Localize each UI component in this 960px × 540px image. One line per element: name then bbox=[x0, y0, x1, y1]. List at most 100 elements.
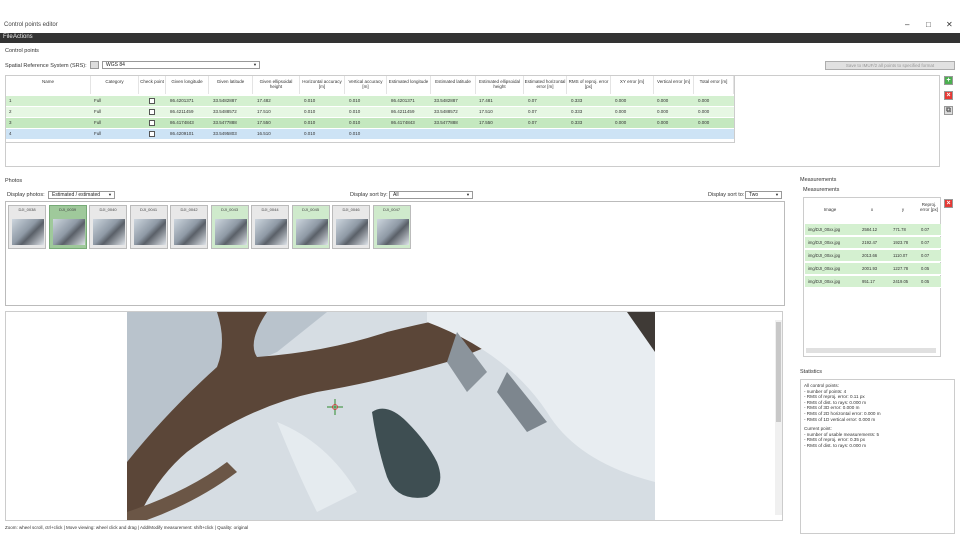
col-given-height[interactable]: Given ellipsoidal height bbox=[253, 76, 300, 94]
cell-h-acc[interactable]: 0.010 bbox=[304, 107, 315, 117]
check-point-checkbox[interactable] bbox=[149, 131, 155, 137]
photo-thumbnail[interactable]: DJI_0040 bbox=[89, 205, 127, 249]
measurement-row[interactable]: img/DJI_00xx.jpg 2001.93 1227.78 0.05 bbox=[805, 263, 941, 275]
meas-cell-err[interactable]: 0.05 bbox=[921, 276, 929, 288]
photo-thumbnail[interactable]: DJI_0044 bbox=[251, 205, 289, 249]
cell-e2[interactable]: 0.333 bbox=[571, 96, 582, 106]
srs-dropdown[interactable]: WGS 84 ▼ bbox=[102, 61, 260, 69]
col-total-error[interactable]: Total error [m] bbox=[694, 76, 734, 94]
col-rms-reproj[interactable]: RMS of reproj. error [px] bbox=[567, 76, 611, 94]
cell-given-lon[interactable]: 86.4201371 bbox=[170, 96, 194, 106]
maximize-button[interactable]: □ bbox=[926, 20, 931, 29]
cell-est-h[interactable]: 17.510 bbox=[479, 107, 493, 117]
cell-given-lon[interactable]: 86.4174843 bbox=[170, 118, 194, 128]
col-est-h-error[interactable]: Estimated horizontal error [m] bbox=[524, 76, 567, 94]
col-check-point[interactable]: Check point bbox=[139, 76, 166, 94]
cell-category[interactable]: Full bbox=[94, 96, 101, 106]
close-button[interactable]: ✕ bbox=[946, 20, 953, 29]
photo-thumbnail[interactable]: DJI_0042 bbox=[170, 205, 208, 249]
meas-cell-image[interactable]: img/DJI_00xx.jpg bbox=[808, 250, 840, 262]
cell-e3[interactable]: 0.000 bbox=[615, 118, 626, 128]
cell-e4[interactable]: 0.000 bbox=[657, 118, 668, 128]
col-est-latitude[interactable]: Estimated latitude bbox=[431, 76, 476, 94]
meas-cell-y[interactable]: 1227.78 bbox=[893, 263, 908, 275]
col-est-height[interactable]: Estimated ellipsoidal height bbox=[476, 76, 524, 94]
cell-e1[interactable]: 0.07 bbox=[528, 118, 537, 128]
meas-cell-err[interactable]: 0.07 bbox=[921, 224, 929, 236]
cell-e4[interactable]: 0.000 bbox=[657, 96, 668, 106]
meas-cell-err[interactable]: 0.07 bbox=[921, 237, 929, 249]
measurement-row[interactable]: img/DJI_00xx.jpg 951.17 2419.05 0.05 bbox=[805, 276, 941, 288]
meas-cell-err[interactable]: 0.05 bbox=[921, 263, 929, 275]
meas-col-reproj[interactable]: Reproj. error [px] bbox=[918, 198, 940, 222]
delete-icon[interactable]: × bbox=[944, 91, 953, 100]
cell-given-lat[interactable]: 33.5488572 bbox=[213, 107, 237, 117]
cell-est-lon[interactable]: 86.4211459 bbox=[391, 107, 414, 117]
cell-e5[interactable]: 0.000 bbox=[698, 107, 709, 117]
control-point-row[interactable]: 2 Full 86.4211459 33.5488572 17.510 0.010 0.01… bbox=[6, 107, 734, 117]
col-given-longitude[interactable]: Given longitude bbox=[166, 76, 209, 94]
col-category[interactable]: Category bbox=[91, 76, 139, 94]
viewer-scrollbar-thumb[interactable] bbox=[776, 322, 781, 422]
meas-cell-image[interactable]: img/DJI_00xx.jpg bbox=[808, 263, 840, 275]
cell-v-acc[interactable]: 0.010 bbox=[349, 118, 360, 128]
meas-cell-x[interactable]: 2584.12 bbox=[862, 224, 877, 236]
cell-h-acc[interactable]: 0.010 bbox=[304, 96, 315, 106]
col-name[interactable]: Name bbox=[6, 76, 91, 94]
cell-e2[interactable]: 0.333 bbox=[571, 107, 582, 117]
meas-col-x[interactable]: x bbox=[856, 198, 888, 222]
menu-actions[interactable]: Actions bbox=[13, 34, 33, 40]
photo-thumbnail[interactable]: DJI_0038 bbox=[8, 205, 46, 249]
control-point-row[interactable]: 1 Full 86.4201371 33.5482887 17.482 0.010 0.01… bbox=[6, 96, 734, 106]
cell-h-acc[interactable]: 0.010 bbox=[304, 129, 315, 139]
meas-cell-x[interactable]: 2001.93 bbox=[862, 263, 877, 275]
meas-cell-x[interactable]: 2013.66 bbox=[862, 250, 877, 262]
aerial-photo[interactable] bbox=[127, 312, 655, 520]
cell-name[interactable]: 2 bbox=[9, 107, 12, 117]
add-icon[interactable]: + bbox=[944, 76, 953, 85]
meas-cell-err[interactable]: 0.07 bbox=[921, 250, 929, 262]
meas-cell-y[interactable]: 1110.07 bbox=[893, 250, 908, 262]
check-point-checkbox[interactable] bbox=[149, 120, 155, 126]
meas-cell-y[interactable]: 2419.05 bbox=[893, 276, 908, 288]
meas-cell-y[interactable]: 1923.78 bbox=[893, 237, 908, 249]
meas-col-image[interactable]: Image bbox=[804, 198, 856, 222]
photo-thumbnail[interactable]: DJI_0039 bbox=[48, 205, 87, 249]
measurement-row[interactable]: img/DJI_00xx.jpg 2192.47 1923.78 0.07 bbox=[805, 237, 941, 249]
measurement-row[interactable]: img/DJI_00xx.jpg 2584.12 771.78 0.07 bbox=[805, 224, 941, 236]
menu-file[interactable]: File bbox=[3, 34, 13, 40]
cell-est-h[interactable]: 17.481 bbox=[479, 96, 493, 106]
col-horizontal-accuracy[interactable]: Horizontal accuracy [m] bbox=[300, 76, 345, 94]
cell-e3[interactable]: 0.000 bbox=[615, 107, 626, 117]
cell-name[interactable]: 1 bbox=[9, 96, 12, 106]
cell-e1[interactable]: 0.07 bbox=[528, 96, 537, 106]
minimize-button[interactable]: – bbox=[905, 20, 909, 29]
cell-given-lat[interactable]: 33.5495803 bbox=[213, 129, 237, 139]
cell-est-lon[interactable]: 86.4201371 bbox=[391, 96, 415, 106]
meas-cell-x[interactable]: 951.17 bbox=[862, 276, 875, 288]
cell-e5[interactable]: 0.000 bbox=[698, 118, 709, 128]
measurement-row[interactable]: img/DJI_00xx.jpg 2013.66 1110.07 0.07 bbox=[805, 250, 941, 262]
cell-given-lat[interactable]: 33.5477888 bbox=[213, 118, 237, 128]
meas-cell-y[interactable]: 771.78 bbox=[893, 224, 906, 236]
cell-v-acc[interactable]: 0.010 bbox=[349, 96, 360, 106]
cell-est-lat[interactable]: 33.5477888 bbox=[434, 118, 458, 128]
cell-e3[interactable]: 0.000 bbox=[615, 96, 626, 106]
col-xy-error[interactable]: XY error [m] bbox=[611, 76, 654, 94]
cell-name[interactable]: 3 bbox=[9, 118, 12, 128]
copy-icon[interactable]: ⧉ bbox=[944, 106, 953, 115]
cell-category[interactable]: Full bbox=[94, 118, 101, 128]
photo-thumbnail[interactable]: DJI_0045 bbox=[291, 205, 330, 249]
cell-e2[interactable]: 0.333 bbox=[571, 118, 582, 128]
cell-given-h[interactable]: 17.482 bbox=[257, 96, 271, 106]
cell-v-acc[interactable]: 0.010 bbox=[349, 129, 360, 139]
col-vertical-accuracy[interactable]: Vertical accuracy [m] bbox=[345, 76, 387, 94]
cell-name[interactable]: 4 bbox=[9, 129, 12, 139]
cell-est-lat[interactable]: 33.5488572 bbox=[434, 107, 458, 117]
photo-thumbnail[interactable]: DJI_0041 bbox=[129, 205, 168, 249]
sort-dropdown[interactable]: All ▼ bbox=[389, 191, 473, 199]
meas-cell-x[interactable]: 2192.47 bbox=[862, 237, 877, 249]
check-point-checkbox[interactable] bbox=[149, 98, 155, 104]
control-point-row[interactable]: 4 Full 86.4209101 33.5495803 16.510 0.010 0.01… bbox=[6, 129, 734, 139]
cell-e5[interactable]: 0.000 bbox=[698, 96, 709, 106]
